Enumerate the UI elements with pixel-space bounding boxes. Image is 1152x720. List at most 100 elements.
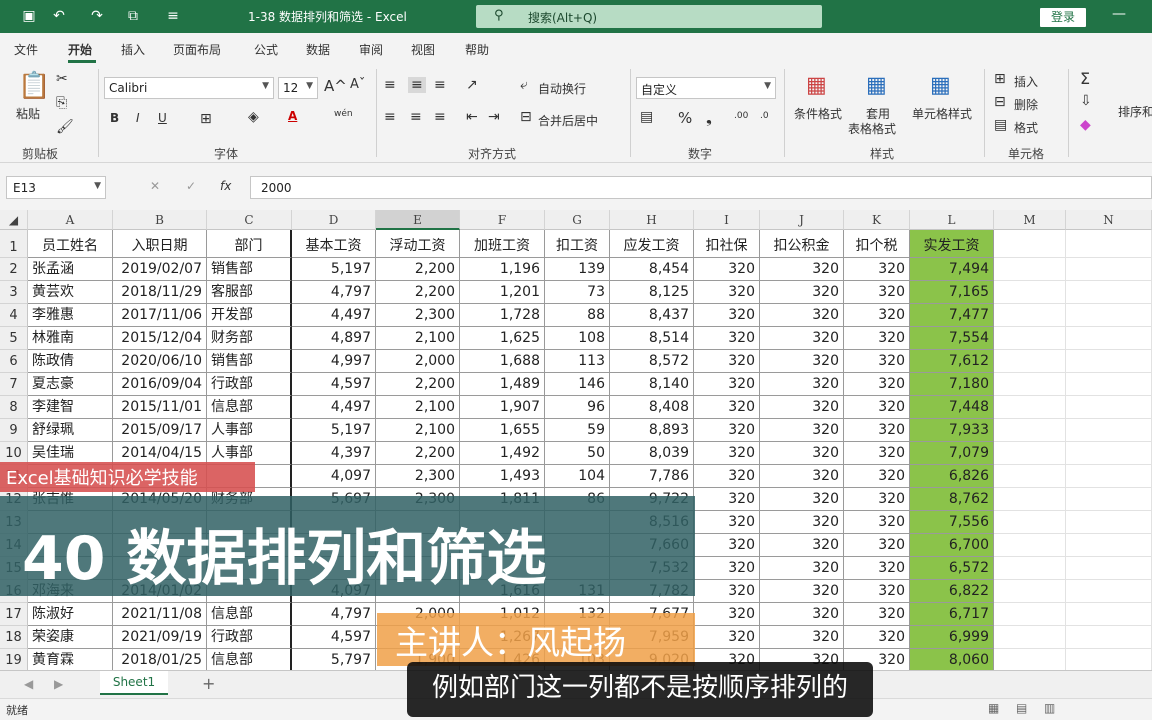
table-cell[interactable] xyxy=(1066,373,1152,396)
row-header[interactable]: 19 xyxy=(0,649,28,670)
table-cell[interactable] xyxy=(994,304,1066,327)
column-header-e[interactable]: E xyxy=(376,210,460,230)
table-cell[interactable] xyxy=(994,488,1066,511)
table-cell[interactable]: 113 xyxy=(545,350,610,373)
header-cell[interactable]: 扣公积金 xyxy=(760,230,844,258)
redo-icon[interactable]: ↷ xyxy=(88,7,106,25)
table-cell[interactable]: 320 xyxy=(694,580,760,603)
table-cell[interactable]: 320 xyxy=(760,603,844,626)
table-cell[interactable] xyxy=(994,603,1066,626)
table-cell[interactable]: 320 xyxy=(694,442,760,465)
align-bottom-icon[interactable]: ≡ xyxy=(434,77,446,93)
table-cell[interactable]: 陈淑好 xyxy=(28,603,113,626)
table-cell[interactable]: 320 xyxy=(694,465,760,488)
row-header[interactable]: 4 xyxy=(0,304,28,327)
table-cell[interactable]: 2021/11/08 xyxy=(113,603,207,626)
table-cell[interactable]: 5,797 xyxy=(292,649,376,670)
select-all-corner[interactable]: ◢ xyxy=(0,210,28,230)
table-cell[interactable]: 4,997 xyxy=(292,350,376,373)
italic-icon[interactable]: I xyxy=(136,111,140,125)
header-cell[interactable] xyxy=(1066,230,1152,258)
undo-icon[interactable]: ↶ xyxy=(50,7,68,25)
header-cell[interactable]: 浮动工资 xyxy=(376,230,460,258)
table-cell[interactable]: 4,497 xyxy=(292,396,376,419)
table-cell[interactable] xyxy=(1066,626,1152,649)
table-cell[interactable]: 2015/11/01 xyxy=(113,396,207,419)
table-cell[interactable]: 320 xyxy=(760,396,844,419)
table-cell[interactable]: 88 xyxy=(545,304,610,327)
row-header[interactable]: 3 xyxy=(0,281,28,304)
table-cell[interactable]: 5,197 xyxy=(292,258,376,281)
table-cell[interactable]: 2018/11/29 xyxy=(113,281,207,304)
table-cell[interactable] xyxy=(994,396,1066,419)
border-icon[interactable]: ⊞ xyxy=(200,111,212,127)
table-cell[interactable] xyxy=(994,557,1066,580)
table-cell[interactable]: 2016/09/04 xyxy=(113,373,207,396)
table-cell[interactable]: 2,200 xyxy=(376,373,460,396)
table-cell[interactable]: 荣姿康 xyxy=(28,626,113,649)
header-cell[interactable]: 员工姓名 xyxy=(28,230,113,258)
enter-icon[interactable]: ✓ xyxy=(186,179,196,193)
table-cell[interactable] xyxy=(1066,258,1152,281)
table-cell[interactable] xyxy=(994,258,1066,281)
table-cell[interactable]: 320 xyxy=(760,281,844,304)
table-cell[interactable]: 320 xyxy=(694,281,760,304)
tab-review[interactable]: 审阅 xyxy=(359,41,383,58)
table-cell[interactable]: 2,200 xyxy=(376,258,460,281)
table-cell[interactable]: 行政部 xyxy=(207,373,292,396)
format-cells-button[interactable]: 格式 xyxy=(1014,119,1038,136)
table-cell[interactable]: 2,100 xyxy=(376,419,460,442)
conditional-format-icon[interactable]: ▦ xyxy=(806,73,827,98)
table-cell[interactable]: 320 xyxy=(760,465,844,488)
row-header[interactable]: 1 xyxy=(0,230,28,258)
number-format-select[interactable]: 自定义 ▼ xyxy=(636,77,776,99)
save-icon[interactable]: ▣ xyxy=(20,7,38,25)
table-cell[interactable] xyxy=(1066,442,1152,465)
formula-input[interactable]: 2000 xyxy=(250,176,1152,199)
table-cell[interactable] xyxy=(994,649,1066,670)
normal-view-icon[interactable]: ▦ xyxy=(988,701,999,715)
table-cell[interactable]: 销售部 xyxy=(207,350,292,373)
autosum-icon[interactable]: Σ xyxy=(1080,69,1090,88)
table-cell[interactable] xyxy=(994,511,1066,534)
table-cell[interactable]: 146 xyxy=(545,373,610,396)
table-cell[interactable] xyxy=(1066,304,1152,327)
table-cell[interactable]: 舒绿珮 xyxy=(28,419,113,442)
table-cell[interactable]: 320 xyxy=(694,396,760,419)
column-header-a[interactable]: A xyxy=(28,210,113,230)
table-cell[interactable]: 320 xyxy=(844,350,910,373)
form-icon[interactable]: ⧉ xyxy=(124,7,142,25)
table-cell[interactable]: 320 xyxy=(844,373,910,396)
table-cell[interactable]: 2,000 xyxy=(376,350,460,373)
table-cell[interactable] xyxy=(1066,534,1152,557)
sort-filter-button[interactable]: 排序和 xyxy=(1118,103,1152,120)
table-cell[interactable]: 2018/01/25 xyxy=(113,649,207,670)
row-header[interactable]: 6 xyxy=(0,350,28,373)
table-cell[interactable]: 320 xyxy=(844,304,910,327)
spreadsheet-grid[interactable]: ◢ A B C D E F G H I J K L M N 1 员工姓名 入职日期 部门 基本工资 浮动工资 加班工资扣… xyxy=(0,210,1152,670)
conditional-format-button[interactable]: 条件格式 xyxy=(794,105,842,122)
table-cell[interactable]: 8,408 xyxy=(610,396,694,419)
tab-data[interactable]: 数据 xyxy=(306,41,330,58)
customize-qat-icon[interactable]: ≡ xyxy=(164,7,182,25)
column-header-m[interactable]: M xyxy=(994,210,1066,230)
table-cell[interactable]: 1,196 xyxy=(460,258,545,281)
table-cell[interactable] xyxy=(1066,396,1152,419)
table-cell[interactable]: 320 xyxy=(844,465,910,488)
table-cell[interactable]: 320 xyxy=(694,419,760,442)
table-cell[interactable]: 5,197 xyxy=(292,419,376,442)
table-cell[interactable]: 320 xyxy=(760,258,844,281)
table-cell[interactable]: 2015/09/17 xyxy=(113,419,207,442)
fill-icon[interactable]: ⇩ xyxy=(1080,93,1092,109)
table-cell[interactable]: 320 xyxy=(844,258,910,281)
clear-icon[interactable]: ◆ xyxy=(1080,117,1091,133)
table-cell[interactable]: 320 xyxy=(694,304,760,327)
table-cell[interactable]: 320 xyxy=(760,350,844,373)
column-header-c[interactable]: C xyxy=(207,210,292,230)
table-cell[interactable]: 8,762 xyxy=(910,488,994,511)
cell-style-icon[interactable]: ▦ xyxy=(930,73,951,98)
table-cell[interactable]: 4,797 xyxy=(292,281,376,304)
delete-cells-icon[interactable]: ⊟ xyxy=(994,94,1006,110)
table-cell[interactable]: 4,597 xyxy=(292,626,376,649)
increase-font-icon[interactable]: A^ xyxy=(324,77,347,95)
